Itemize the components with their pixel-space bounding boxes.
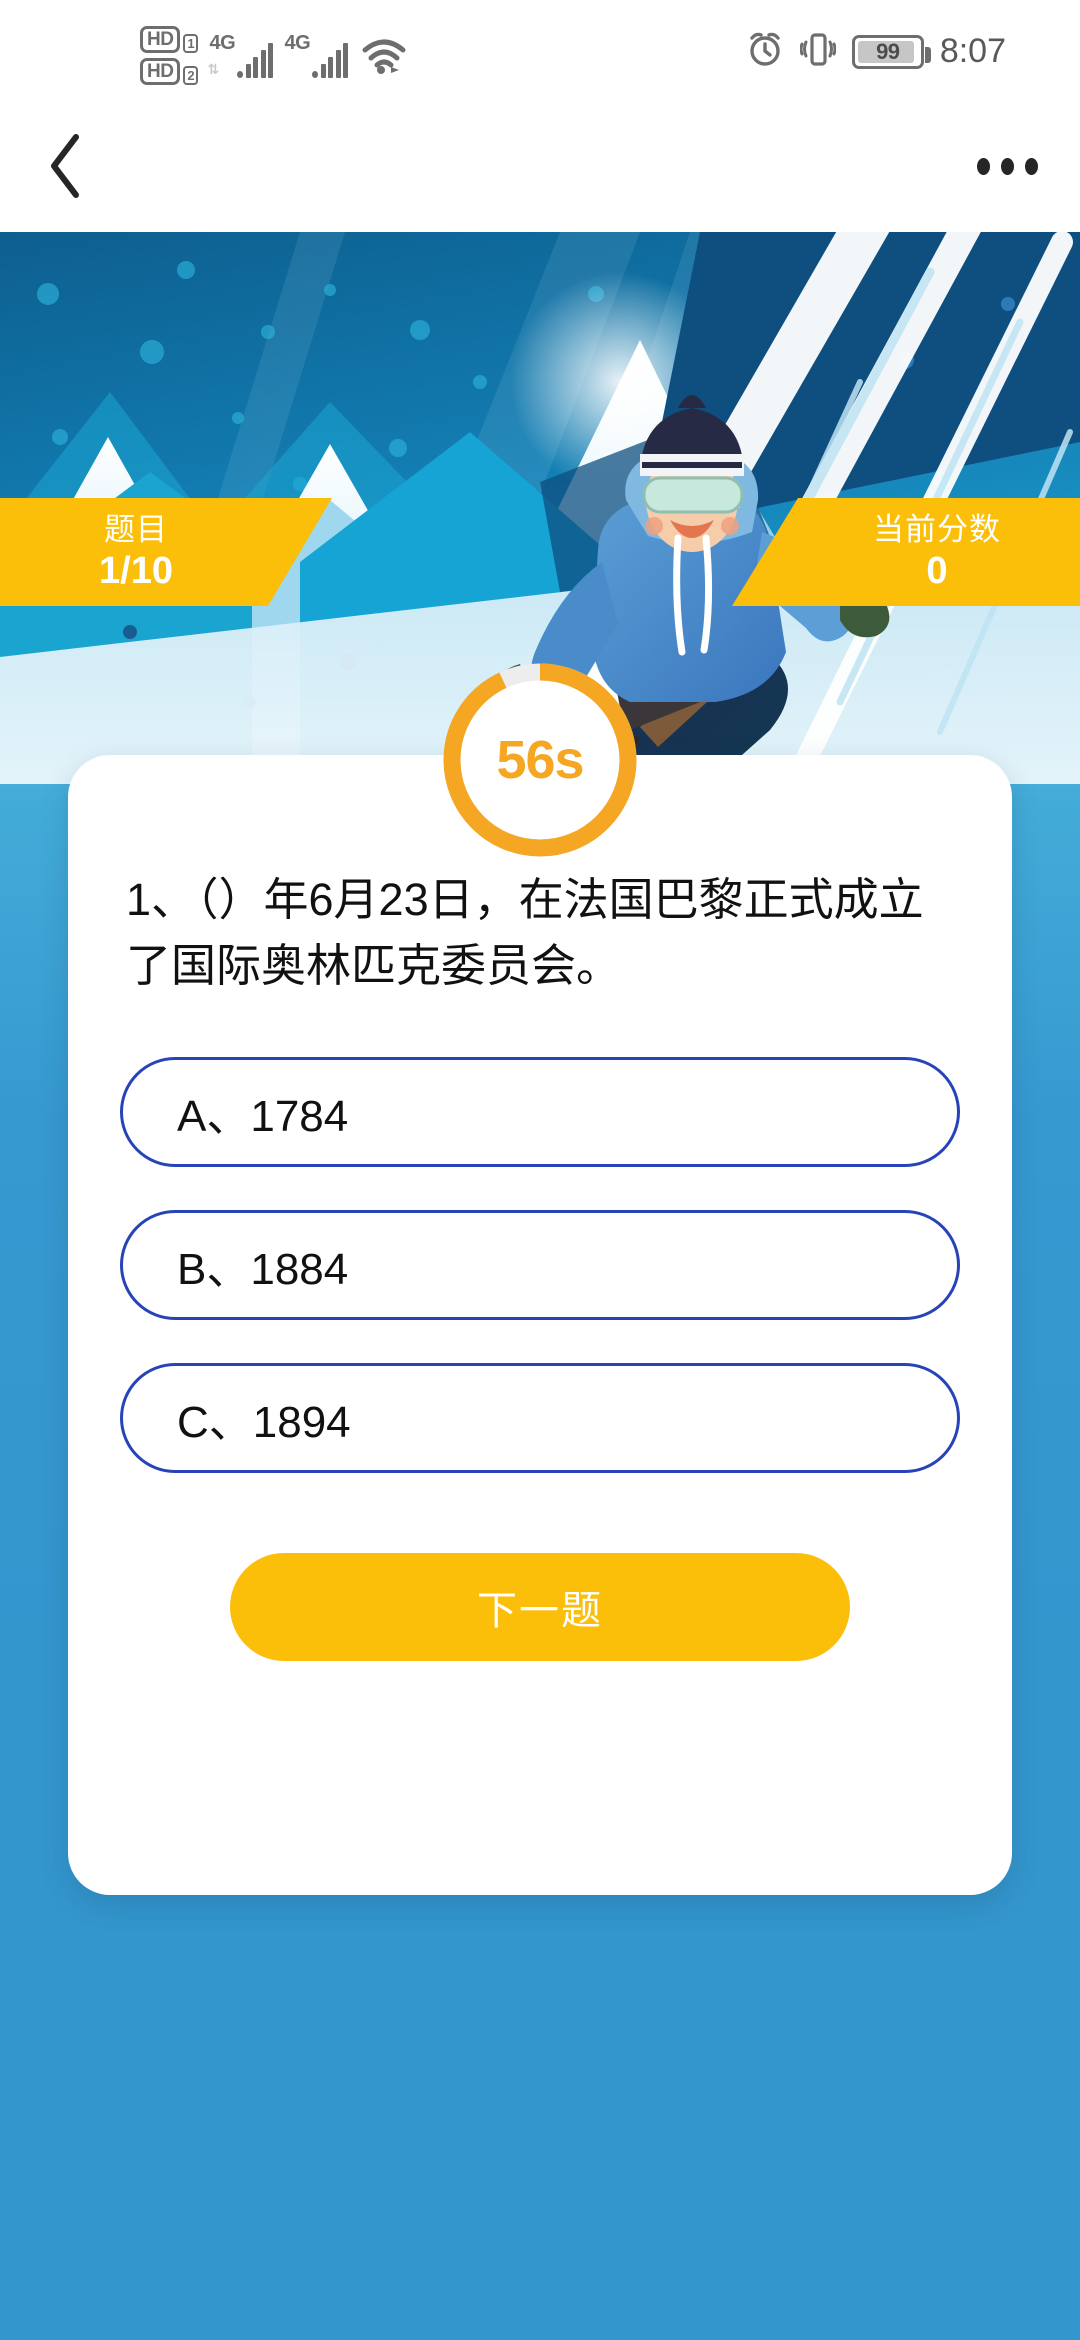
back-chevron-icon bbox=[51, 134, 79, 198]
question-counter-value: 1/10 bbox=[99, 550, 173, 592]
vibrate-icon bbox=[799, 30, 837, 73]
hd-badge-icon: HD bbox=[140, 26, 181, 53]
signal-indicator-sim2: 4G bbox=[282, 31, 349, 80]
sim1-number: 1 bbox=[183, 34, 199, 53]
option-a[interactable]: A、1784 bbox=[120, 1057, 960, 1167]
battery-icon: 99 bbox=[851, 34, 931, 69]
back-button[interactable] bbox=[18, 118, 114, 214]
status-bar-right: 99 8:07 bbox=[746, 30, 1006, 73]
status-bar: HD 1 HD 2 4G ⇅ 4G 99 8:07 bbox=[0, 0, 1080, 100]
signal-bars-icon bbox=[312, 42, 349, 78]
question-text: 1、（）年6月23日，在法国巴黎正式成立了国际奥林匹克委员会。 bbox=[126, 874, 924, 991]
network-type-sim1: 4G bbox=[209, 31, 236, 54]
data-transfer-icon: ⇅ bbox=[207, 60, 220, 77]
hd-indicators: HD 1 HD 2 bbox=[140, 26, 199, 85]
signal-indicator-sim1: 4G ⇅ bbox=[207, 31, 274, 80]
network-type-sim2: 4G bbox=[284, 31, 311, 54]
status-bar-clock: 8:07 bbox=[939, 32, 1006, 70]
hd-sim2: HD 2 bbox=[140, 58, 199, 85]
score-value: 0 bbox=[926, 550, 948, 592]
more-dot-icon bbox=[1000, 157, 1014, 175]
more-dot-icon bbox=[1024, 157, 1038, 175]
sim2-number: 2 bbox=[183, 66, 199, 85]
hd-sim1: HD 1 bbox=[140, 26, 199, 53]
question-counter-label: 题目 bbox=[104, 512, 168, 547]
more-dot-icon bbox=[976, 157, 990, 175]
more-options-button[interactable] bbox=[962, 128, 1052, 204]
signal-bars-icon bbox=[237, 42, 274, 78]
next-question-button[interactable]: 下一题 bbox=[230, 1553, 850, 1661]
score-label: 当前分数 bbox=[873, 512, 1001, 547]
battery-level: 99 bbox=[876, 38, 900, 64]
hd-badge-icon: HD bbox=[140, 58, 181, 85]
options-list: A、1784 B、1884 C、1894 bbox=[120, 1057, 960, 1473]
navigation-bar bbox=[0, 100, 1080, 232]
alarm-clock-icon bbox=[746, 30, 784, 73]
option-c[interactable]: C、1894 bbox=[120, 1363, 960, 1473]
wifi-icon bbox=[361, 36, 407, 76]
timer-value: 56s bbox=[496, 730, 584, 790]
countdown-timer: 56s bbox=[435, 655, 645, 865]
quiz-card: 1、（）年6月23日，在法国巴黎正式成立了国际奥林匹克委员会。 A、1784 B… bbox=[68, 755, 1012, 1895]
status-bar-left: HD 1 HD 2 4G ⇅ 4G bbox=[140, 26, 407, 85]
option-b[interactable]: B、1884 bbox=[120, 1210, 960, 1320]
